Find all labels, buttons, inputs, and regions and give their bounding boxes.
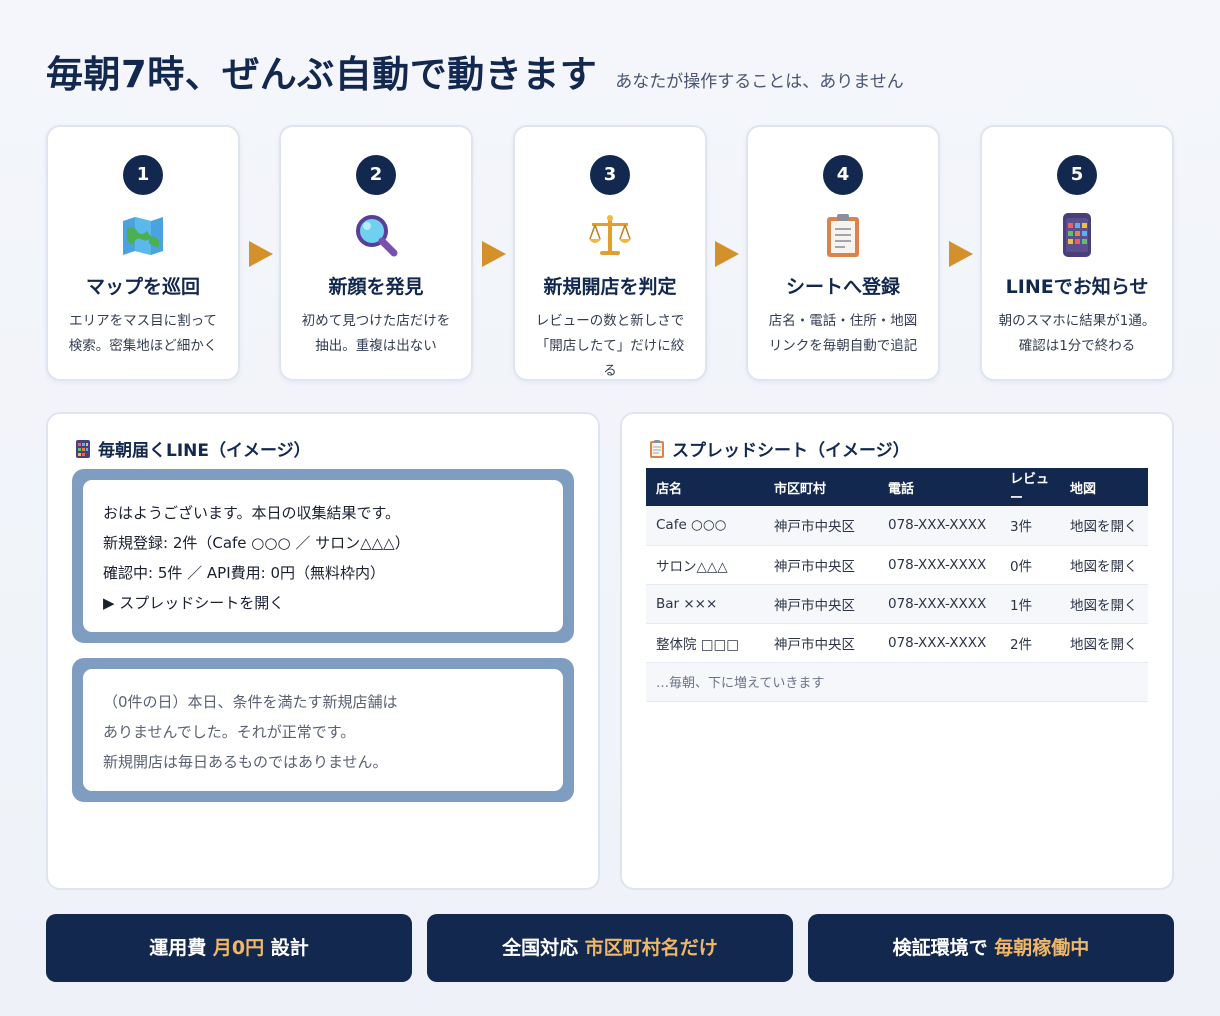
review-cell: 3件 bbox=[1000, 506, 1060, 546]
column-header: レビュー bbox=[1000, 468, 1060, 506]
badge-nationwide: 全国対応 市区町村名だけ bbox=[427, 914, 793, 982]
header: 毎朝7時、ぜんぶ自動で動きます あなたが操作することは、ありません bbox=[46, 44, 904, 98]
table-note-row: …毎朝、下に増えていきます bbox=[646, 662, 1148, 702]
badge-highlight: 市区町村名だけ bbox=[584, 937, 718, 959]
phone-cell: 078-XXX-XXXX bbox=[878, 545, 1000, 585]
steps-flow: 1 マップを巡回 エリアをマス目に割って検索。密集地ほど細かく 2 新顔を発見 … bbox=[46, 125, 1174, 381]
step-description: レビューの数と新しさで「開店したて」だけに絞る bbox=[535, 313, 685, 379]
table-row: 整体院 □□□ 神戸市中央区 078-XXX-XXXX 2件 地図を開く bbox=[646, 623, 1148, 663]
step-number: 4 bbox=[823, 155, 863, 195]
line-preview-panel: 毎朝届くLINE（イメージ） おはようございます。本日の収集結果です。 新規登録… bbox=[46, 412, 600, 890]
shop-name-cell: 整体院 □□□ bbox=[646, 623, 764, 663]
badge-verification: 検証環境で 毎朝稼働中 bbox=[808, 914, 1174, 982]
map-link[interactable]: 地図を開く bbox=[1060, 545, 1148, 585]
step-title: 新顔を発見 bbox=[328, 276, 424, 298]
step-title: マップを巡回 bbox=[85, 276, 200, 298]
step-card-2: 2 新顔を発見 初めて見つけた店だけを抽出。重複は出ない bbox=[279, 125, 473, 381]
step-description: エリアをマス目に割って検索。密集地ほど細かく bbox=[68, 313, 218, 354]
message-line: 新規開店は毎日あるものではありません。 bbox=[103, 753, 388, 771]
arrow-icon bbox=[715, 241, 739, 267]
phone-cell: 078-XXX-XXXX bbox=[878, 506, 1000, 546]
phone-cell: 078-XXX-XXXX bbox=[878, 584, 1000, 624]
step-card-3: 3 新規開店を判定 レビューの数と新しさで「開店したて」だけに絞る bbox=[513, 125, 707, 381]
badge-operating-cost: 運用費 月0円 設計 bbox=[46, 914, 412, 982]
message-line: （0件の日）本日、条件を満たす新規店舗は bbox=[103, 693, 398, 711]
badge-text: 検証環境で bbox=[892, 937, 995, 959]
clipboard-icon bbox=[827, 214, 859, 257]
magnifier-icon bbox=[356, 215, 398, 257]
step-card-4: 4 シートへ登録 店名・電話・住所・地図リンクを毎朝自動で追記 bbox=[746, 125, 940, 381]
step-card-1: 1 マップを巡回 エリアをマス目に割って検索。密集地ほど細かく bbox=[46, 125, 240, 381]
open-spreadsheet-link[interactable]: ▶ スプレッドシートを開く bbox=[103, 588, 543, 618]
message-line: 新規登録: 2件（Cafe ○○○ ／ サロン△△△） bbox=[103, 534, 410, 552]
step-number: 5 bbox=[1057, 155, 1097, 195]
panel-title: スプレッドシート（イメージ） bbox=[672, 441, 910, 461]
shop-name-cell: Bar ××× bbox=[646, 584, 764, 624]
shop-name-cell: Cafe ○○○ bbox=[646, 506, 764, 546]
shop-name-cell: サロン△△△ bbox=[646, 545, 764, 585]
line-panel-heading: 毎朝届くLINE（イメージ） bbox=[76, 436, 311, 461]
review-cell: 2件 bbox=[1000, 623, 1060, 663]
phone-icon bbox=[1063, 213, 1091, 257]
column-header: 店名 bbox=[646, 468, 764, 506]
spreadsheet-table: 店名 市区町村 電話 レビュー 地図 Cafe ○○○ 神戸市中央区 078-X… bbox=[646, 468, 1148, 702]
badge-text: 運用費 bbox=[149, 937, 213, 959]
badge-text: 全国対応 bbox=[502, 937, 585, 959]
sheet-panel-heading: スプレッドシート（イメージ） bbox=[650, 436, 910, 461]
column-header: 地図 bbox=[1060, 468, 1148, 506]
step-number: 3 bbox=[590, 155, 630, 195]
map-link[interactable]: 地図を開く bbox=[1060, 623, 1148, 663]
folded-map-icon bbox=[123, 217, 163, 255]
clipboard-icon bbox=[650, 439, 664, 458]
city-cell: 神戸市中央区 bbox=[764, 506, 878, 546]
spreadsheet-preview-panel: スプレッドシート（イメージ） 店名 市区町村 電話 レビュー 地図 Cafe ○… bbox=[620, 412, 1174, 890]
city-cell: 神戸市中央区 bbox=[764, 584, 878, 624]
message-line: おはようございます。本日の収集結果です。 bbox=[103, 504, 401, 522]
review-cell: 0件 bbox=[1000, 545, 1060, 585]
scales-icon bbox=[589, 215, 631, 255]
column-header: 電話 bbox=[878, 468, 1000, 506]
page-title: 毎朝7時、ぜんぶ自動で動きます bbox=[46, 53, 598, 96]
map-link[interactable]: 地図を開く bbox=[1060, 506, 1148, 546]
message-line: 確認中: 5件 ／ API費用: 0円（無料枠内） bbox=[103, 564, 385, 582]
arrow-icon bbox=[482, 241, 506, 267]
badge-highlight: 月0円 bbox=[212, 937, 265, 959]
map-link[interactable]: 地図を開く bbox=[1060, 584, 1148, 624]
table-row: Bar ××× 神戸市中央区 078-XXX-XXXX 1件 地図を開く bbox=[646, 584, 1148, 624]
city-cell: 神戸市中央区 bbox=[764, 623, 878, 663]
table-note: …毎朝、下に増えていきます bbox=[646, 662, 1148, 702]
step-description: 初めて見つけた店だけを抽出。重複は出ない bbox=[301, 313, 451, 354]
arrow-icon bbox=[249, 241, 273, 267]
table-header-row: 店名 市区町村 電話 レビュー 地図 bbox=[646, 468, 1148, 506]
step-number: 2 bbox=[356, 155, 396, 195]
arrow-icon bbox=[949, 241, 973, 267]
city-cell: 神戸市中央区 bbox=[764, 545, 878, 585]
step-description: 朝のスマホに結果が1通。確認は1分で終わる bbox=[998, 313, 1156, 354]
step-description: 店名・電話・住所・地図リンクを毎朝自動で追記 bbox=[768, 313, 918, 354]
column-header: 市区町村 bbox=[764, 468, 878, 506]
table-row: Cafe ○○○ 神戸市中央区 078-XXX-XXXX 3件 地図を開く bbox=[646, 506, 1148, 546]
panel-title: 毎朝届くLINE（イメージ） bbox=[98, 441, 311, 461]
phone-icon bbox=[76, 439, 90, 458]
review-cell: 1件 bbox=[1000, 584, 1060, 624]
badge-highlight: 毎朝稼働中 bbox=[994, 937, 1090, 959]
line-message-bubble-zero: （0件の日）本日、条件を満たす新規店舗は ありませんでした。それが正常です。 新… bbox=[72, 658, 574, 802]
step-number: 1 bbox=[123, 155, 163, 195]
table-row: サロン△△△ 神戸市中央区 078-XXX-XXXX 0件 地図を開く bbox=[646, 545, 1148, 585]
page-subtitle: あなたが操作することは、ありません bbox=[615, 72, 904, 92]
phone-cell: 078-XXX-XXXX bbox=[878, 623, 1000, 663]
step-title: 新規開店を判定 bbox=[543, 276, 677, 298]
message-line: ありませんでした。それが正常です。 bbox=[103, 723, 356, 741]
step-title: シートへ登録 bbox=[785, 276, 900, 298]
badge-text: 設計 bbox=[264, 937, 309, 959]
step-title: LINEでお知らせ bbox=[1005, 276, 1149, 298]
line-message-bubble: おはようございます。本日の収集結果です。 新規登録: 2件（Cafe ○○○ ／… bbox=[72, 469, 574, 643]
step-card-5: 5 LINEでお知らせ 朝のスマホに結果が1通。確認は1分で終わる bbox=[980, 125, 1174, 381]
